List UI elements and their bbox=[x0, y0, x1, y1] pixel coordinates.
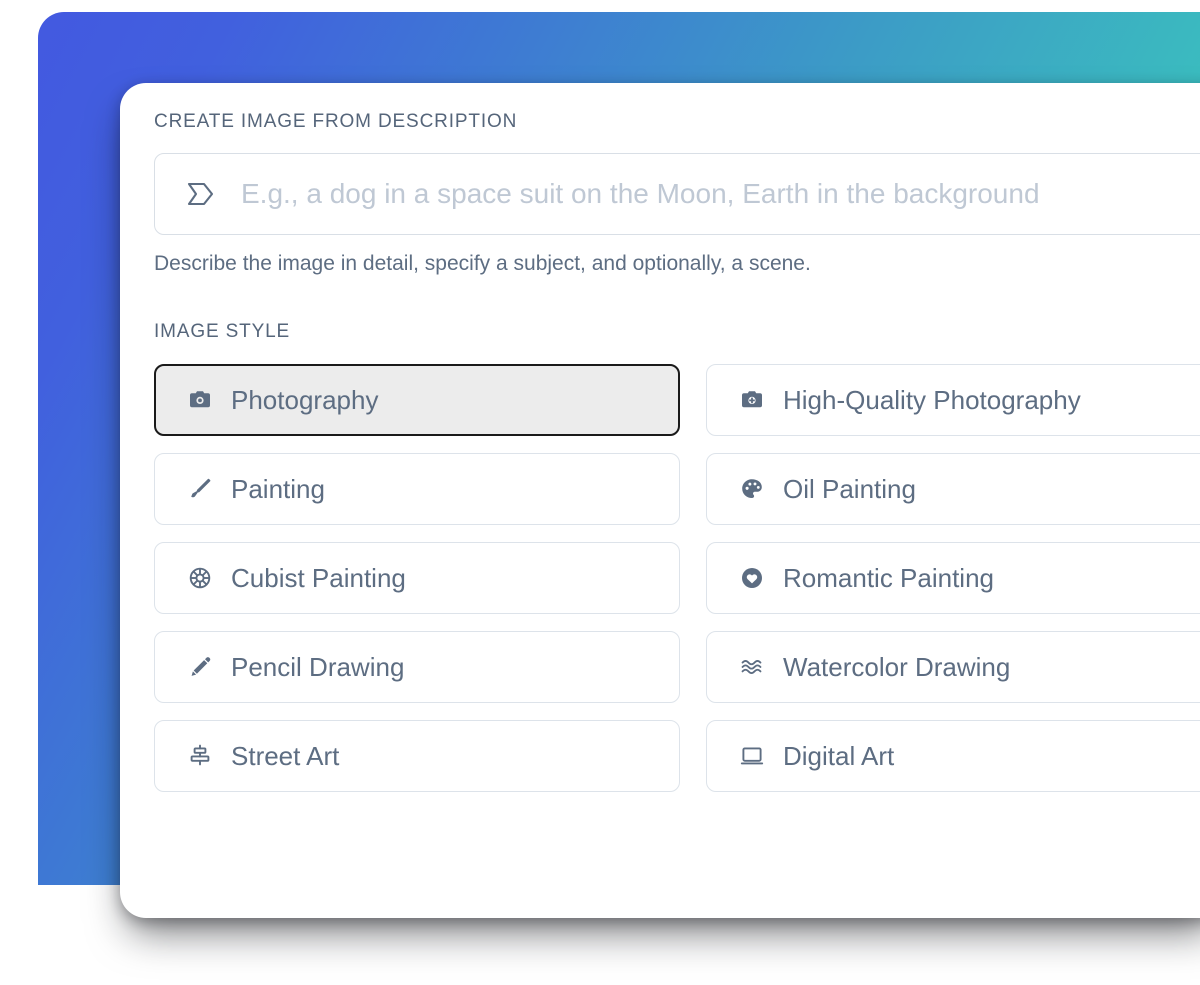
style-option-pencil-drawing[interactable]: Pencil Drawing bbox=[154, 631, 680, 703]
style-option-label: Romantic Painting bbox=[783, 562, 994, 593]
monitor-icon bbox=[739, 743, 765, 769]
waves-icon bbox=[739, 654, 765, 680]
image-style-section-label: IMAGE STYLE bbox=[154, 321, 291, 342]
style-option-painting[interactable]: Painting bbox=[154, 453, 680, 525]
style-option-label: Street Art bbox=[231, 740, 340, 771]
screenshot-root: CREATE IMAGE FROM DESCRIPTION E.g., a do… bbox=[0, 0, 1200, 985]
spray-stack-icon bbox=[187, 743, 213, 769]
style-option-label: Digital Art bbox=[783, 740, 895, 771]
pencil-icon bbox=[187, 654, 213, 680]
style-option-label: Oil Painting bbox=[783, 473, 916, 504]
heart-circle-icon bbox=[739, 565, 765, 591]
create-image-section-label: CREATE IMAGE FROM DESCRIPTION bbox=[154, 111, 518, 132]
style-option-photography[interactable]: Photography bbox=[154, 364, 680, 436]
style-option-watercolor-drawing[interactable]: Watercolor Drawing bbox=[706, 631, 1200, 703]
style-option-label: Watercolor Drawing bbox=[783, 651, 1011, 682]
prompt-input-field[interactable]: E.g., a dog in a space suit on the Moon,… bbox=[154, 153, 1200, 235]
paintbrush-icon bbox=[187, 476, 213, 502]
style-option-high-quality-photography[interactable]: High-Quality Photography bbox=[706, 364, 1200, 436]
style-option-street-art[interactable]: Street Art bbox=[154, 720, 680, 792]
style-option-label: Pencil Drawing bbox=[231, 651, 405, 682]
style-option-digital-art[interactable]: Digital Art bbox=[706, 720, 1200, 792]
spoked-wheel-icon bbox=[187, 565, 213, 591]
style-option-label: Photography bbox=[231, 384, 379, 415]
camera-icon bbox=[187, 387, 213, 413]
palette-icon bbox=[739, 476, 765, 502]
style-option-label: Cubist Painting bbox=[231, 562, 406, 593]
image-generator-card: CREATE IMAGE FROM DESCRIPTION E.g., a do… bbox=[120, 83, 1200, 918]
prompt-helper-text: Describe the image in detail, specify a … bbox=[154, 252, 811, 275]
style-option-cubist-painting[interactable]: Cubist Painting bbox=[154, 542, 680, 614]
image-style-options: Photography High-Quality Photography Pai… bbox=[154, 364, 1200, 792]
prompt-placeholder-text: E.g., a dog in a space suit on the Moon,… bbox=[241, 178, 1040, 209]
style-option-romantic-painting[interactable]: Romantic Painting bbox=[706, 542, 1200, 614]
style-option-label: High-Quality Photography bbox=[783, 384, 1081, 415]
card-content: CREATE IMAGE FROM DESCRIPTION E.g., a do… bbox=[154, 111, 1200, 792]
arrow-banner-icon bbox=[183, 179, 217, 209]
style-option-label: Painting bbox=[231, 473, 325, 504]
style-option-oil-painting[interactable]: Oil Painting bbox=[706, 453, 1200, 525]
camera-plus-icon bbox=[739, 387, 765, 413]
